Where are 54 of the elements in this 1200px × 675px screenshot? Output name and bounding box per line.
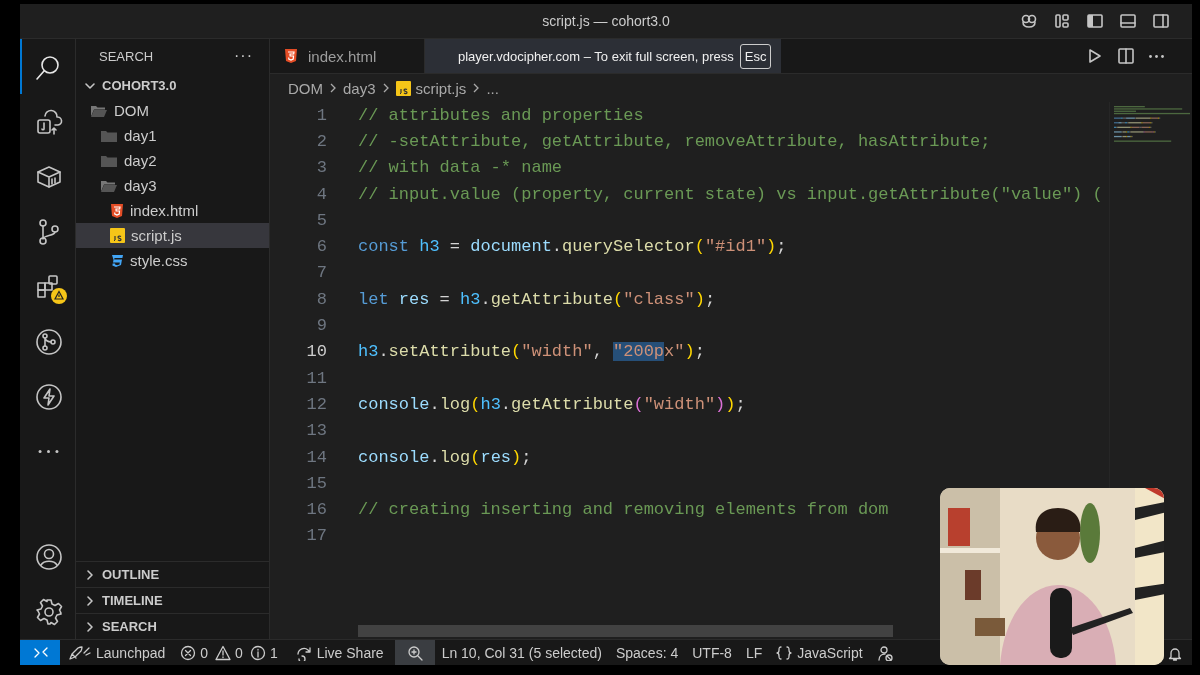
line-number: 4	[315, 184, 327, 204]
code-line: const h3 = document.querySelector("#id1");	[358, 237, 787, 257]
line-number: 9	[315, 316, 327, 335]
code-line: // input.value (property, current state) vs input.getAttribute("value") (	[358, 184, 1103, 204]
line-number: 5	[315, 210, 327, 230]
code-line: // with data -* name	[358, 158, 563, 178]
code-line: console.log(res);	[358, 447, 532, 467]
line-number: 1	[315, 105, 327, 125]
file-item[interactable]: script.js	[76, 223, 269, 248]
line-number: 17	[305, 526, 327, 546]
line-number: 11	[305, 368, 327, 388]
file-item[interactable]: style.css	[76, 248, 269, 273]
folder-item[interactable]: day1	[76, 123, 269, 148]
status-item[interactable]: LF	[738, 640, 770, 665]
status-item[interactable]: UTF-8	[685, 640, 739, 665]
code-line: // creating inserting and removing elements from dom	[358, 500, 889, 520]
breadcrumb-item[interactable]: ...	[486, 79, 499, 97]
line-number: 3	[315, 158, 327, 178]
breadcrumb-item[interactable]: script.js	[415, 79, 467, 97]
code-line: // -setAttribute, getAttribute, removeAttribute, hasAttribute;	[358, 131, 991, 151]
line-number: 2	[315, 131, 327, 151]
launchpad-button[interactable]: Launchpad	[60, 640, 173, 665]
workspace-header[interactable]: COHORT3.0	[76, 73, 269, 98]
code-line: // attributes and properties	[358, 105, 644, 125]
line-number: 8	[315, 289, 327, 309]
folder-item[interactable]: day3	[76, 173, 269, 198]
problems-button[interactable]: 0 0 1	[172, 640, 289, 665]
line-number: 6	[315, 237, 327, 257]
language-button[interactable]: JavaScript	[769, 640, 870, 665]
status-item[interactable]: Ln 10, Col 31 (5 selected)	[434, 640, 609, 665]
file-item[interactable]: index.html	[76, 198, 269, 223]
status-item[interactable]: Spaces: 4	[608, 640, 686, 665]
code-line: let res = h3.getAttribute("class");	[358, 289, 716, 309]
breadcrumb-item[interactable]: day3	[343, 79, 376, 97]
sidebar-title: SEARCH	[99, 48, 154, 64]
line-number: 15	[305, 473, 327, 493]
breadcrumb-item[interactable]: DOM	[288, 79, 323, 97]
notice-text: player.vdocipher.com – To exit full screen, press	[458, 48, 734, 64]
code-line: h3.setAttribute("width", "200px");	[358, 342, 705, 362]
line-number: 12	[305, 394, 327, 414]
section-header[interactable]: TIMELINE	[76, 587, 269, 613]
section-header[interactable]: OUTLINE	[76, 561, 269, 587]
more-actions-button[interactable]: ···	[234, 47, 253, 65]
code-line: console.log(h3.getAttribute("width"));	[358, 394, 746, 414]
line-number: 13	[305, 421, 327, 441]
folder-item[interactable]: DOM	[76, 98, 269, 123]
live-share-button[interactable]: Live Share	[288, 640, 391, 665]
line-number: 10	[305, 342, 327, 362]
line-number: 16	[305, 500, 327, 520]
line-number: 14	[305, 447, 327, 467]
line-number: 7	[315, 263, 327, 283]
window-title: script.js — cohort3.0	[542, 13, 670, 29]
key-hint: Esc	[739, 43, 772, 69]
folder-item[interactable]: day2	[76, 148, 269, 173]
